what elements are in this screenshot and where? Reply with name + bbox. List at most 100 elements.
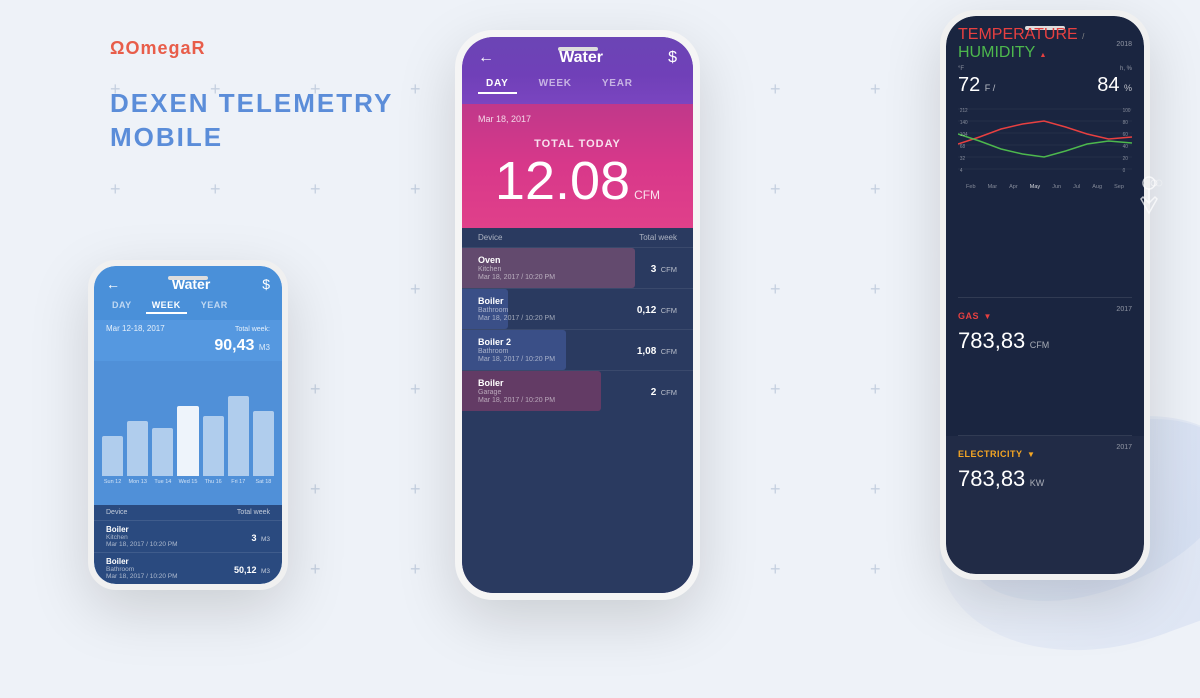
pl-device-value-group: 50,12 M3: [234, 560, 270, 578]
pr-gas-header: GAS ▼ 2017: [958, 306, 1132, 324]
pl-device-item: Boiler Bathroom Mar 18, 2017 / 10:20 PM …: [94, 552, 282, 584]
pl-bar: [203, 416, 224, 476]
pl-bar-item: Wed 15: [177, 406, 198, 485]
pc-device-date: Mar 18, 2017 / 10:20 PM: [478, 315, 555, 322]
pl-dollar-icon[interactable]: $: [262, 276, 270, 292]
pr-elec-arrow: ▼: [1027, 450, 1035, 459]
pr-month-jun: Jun: [1052, 184, 1061, 190]
pr-month-sep: Sep: [1114, 184, 1124, 190]
pc-device-value-group: 2 CFM: [651, 382, 677, 400]
pc-device-unit: CFM: [661, 388, 677, 397]
pc-device-value: 3: [651, 264, 657, 275]
pl-device-info: Boiler Kitchen Mar 18, 2017 / 10:20 PM: [106, 525, 178, 548]
pr-arrow-up: ▲: [1040, 52, 1047, 59]
pc-device-item: Boiler Bathroom Mar 18, 2017 / 10:20 PM …: [462, 288, 693, 329]
pl-bar: [152, 428, 173, 476]
pc-device-unit: CFM: [661, 265, 677, 274]
pc-device-date: Mar 18, 2017 / 10:20 PM: [478, 356, 555, 363]
pc-device-value-group: 0,12 CFM: [637, 300, 677, 318]
tagline-line2: MOBILE: [110, 121, 393, 155]
pc-device-info: Boiler Garage Mar 18, 2017 / 10:20 PM: [478, 378, 555, 404]
pl-device-name: Boiler: [106, 525, 178, 534]
pl-tab-week[interactable]: WEEK: [146, 298, 187, 314]
pl-back-button[interactable]: ←: [106, 276, 120, 292]
pc-total-week-col: Total week: [639, 233, 677, 242]
pr-temp-year: 2018: [1116, 41, 1132, 48]
phone-left-speaker: [168, 276, 208, 280]
pc-device-value: 1,08: [637, 346, 656, 357]
pc-device-date: Mar 18, 2017 / 10:20 PM: [478, 274, 555, 281]
logo: ΩOmegaR: [110, 38, 393, 59]
pc-device-sub: Garage: [478, 389, 555, 396]
pr-gas-label-group: GAS ▼: [958, 306, 991, 324]
pc-device-info: Boiler Bathroom Mar 18, 2017 / 10:20 PM: [478, 296, 555, 322]
pc-device-name: Boiler 2: [478, 337, 555, 347]
pl-bar-label: Thu 16: [205, 479, 222, 485]
pc-back-button[interactable]: ←: [478, 49, 494, 67]
pl-device-unit: M3: [261, 568, 270, 575]
pl-device-date: Mar 18, 2017 / 10:20 PM: [106, 541, 178, 548]
pc-date: Mar 18, 2017: [478, 114, 677, 124]
pc-device-unit: CFM: [661, 347, 677, 356]
pl-bar: [102, 436, 123, 476]
pl-device-col: Device: [106, 509, 127, 516]
pc-tabs: DAY WEEK YEAR: [462, 75, 693, 104]
pc-device-sub: Bathroom: [478, 348, 555, 355]
pl-tab-year[interactable]: YEAR: [195, 298, 234, 314]
pr-elec-year: 2017: [1116, 444, 1132, 462]
pr-temperature-label: TEMPERATURE: [958, 26, 1078, 43]
pr-hum-value-group: 84 %: [1097, 74, 1132, 97]
pr-month-aug: Aug: [1092, 184, 1102, 190]
pl-device-date: Mar 18, 2017 / 10:20 PM: [106, 573, 178, 580]
pl-total-label: Total week:: [235, 326, 270, 333]
svg-text:4: 4: [960, 168, 963, 174]
pc-title: Water: [559, 49, 603, 67]
pl-bar-label: Fri 17: [231, 479, 245, 485]
pl-total-unit: M3: [259, 343, 270, 352]
pl-total-value: 90,43: [214, 337, 254, 354]
pc-tab-year[interactable]: YEAR: [594, 75, 641, 94]
pc-tab-day[interactable]: DAY: [478, 75, 517, 94]
pl-device-info: Boiler Bathroom Mar 18, 2017 / 10:20 PM: [106, 557, 178, 580]
pc-dollar-icon[interactable]: $: [668, 49, 677, 67]
pc-device-name: Oven: [478, 255, 555, 265]
pr-electricity-section: ELECTRICITY ▼ 2017 783,83 KW: [946, 436, 1144, 574]
pr-month-may: May: [1030, 184, 1040, 190]
pl-tabs: DAY WEEK YEAR: [94, 298, 282, 320]
pr-gas-arrow: ▼: [983, 312, 991, 321]
header: ΩOmegaR DEXEN TELEMETRY MOBILE: [110, 38, 393, 155]
pl-device-header: Device Total week: [94, 505, 282, 520]
phone-left: ← Water $ DAY WEEK YEAR Mar 12-18, 2017 …: [88, 260, 288, 590]
pl-date-row: Mar 12-18, 2017 Total week:: [94, 320, 282, 337]
pl-device-value-group: 3 M3: [252, 528, 271, 546]
pr-month-apr: Apr: [1009, 184, 1018, 190]
pl-bar-label: Sat 18: [255, 479, 271, 485]
pr-elec-label: ELECTRICITY: [958, 449, 1023, 459]
pc-tab-week[interactable]: WEEK: [531, 75, 580, 94]
pc-device-name: Boiler: [478, 378, 555, 388]
svg-text:212: 212: [960, 108, 968, 114]
pl-tab-day[interactable]: DAY: [106, 298, 138, 314]
pl-bar-item: Sun 12: [102, 436, 123, 485]
pl-device-sub: Bathroom: [106, 566, 178, 573]
pc-device-header: Device Total week: [462, 228, 693, 247]
pl-bar-item: Sat 18: [253, 411, 274, 485]
pc-device-sub: Bathroom: [478, 307, 555, 314]
pr-temp-value-group: 72 F /: [958, 74, 995, 97]
pl-bar-label: Tue 14: [154, 479, 171, 485]
pr-month-feb: Feb: [966, 184, 975, 190]
pr-gas-label: GAS: [958, 311, 979, 321]
svg-text:0: 0: [1123, 168, 1126, 174]
pc-device-item: Boiler 2 Bathroom Mar 18, 2017 / 10:20 P…: [462, 329, 693, 370]
svg-text:60: 60: [1123, 132, 1128, 138]
svg-text:32: 32: [960, 156, 965, 162]
pl-bar-label: Wed 15: [179, 479, 198, 485]
pc-device-value: 2: [651, 387, 657, 398]
pc-device-date: Mar 18, 2017 / 10:20 PM: [478, 397, 555, 404]
pl-bar: [253, 411, 274, 476]
pl-header: ← Water $: [94, 266, 282, 298]
pr-elec-header: ELECTRICITY ▼ 2017: [958, 444, 1132, 462]
pc-device-value: 0,12: [637, 305, 656, 316]
pr-temperature-section: TEMPERATURE / HUMIDITY ▲ 2018 °F h, % 72…: [946, 16, 1144, 297]
pl-bar-chart: Sun 12Mon 13Tue 14Wed 15Thu 16Fri 17Sat …: [94, 361, 282, 505]
